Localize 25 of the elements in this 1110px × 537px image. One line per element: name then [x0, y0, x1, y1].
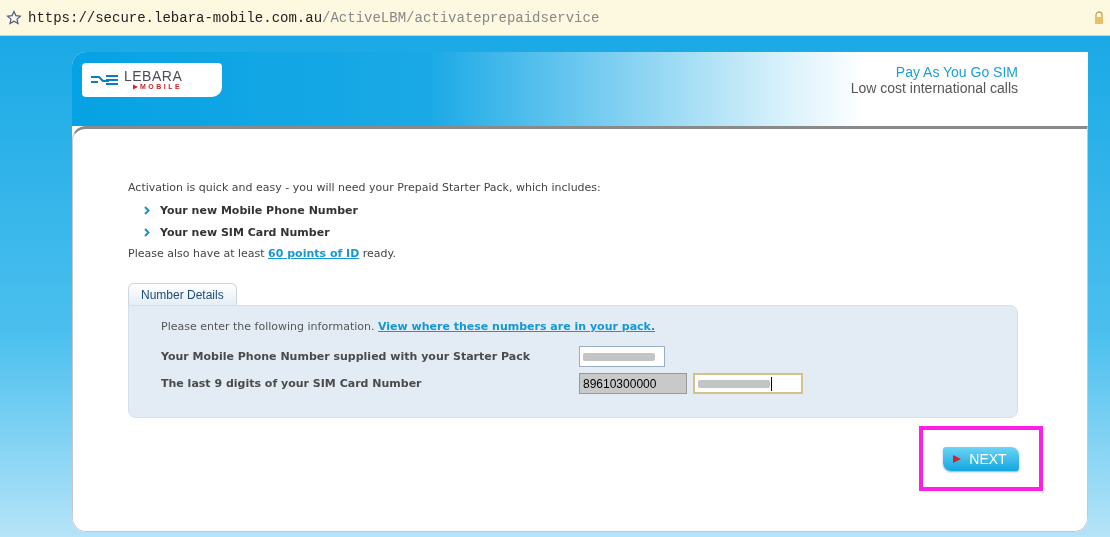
panel-tab[interactable]: Number Details: [128, 283, 237, 305]
play-icon: [133, 84, 138, 90]
page-subtitle: Low cost international calls: [850, 80, 1018, 96]
url-text: https://secure.lebara-mobile.com.au/ActiveLBM/activateprepaidservice: [28, 9, 601, 26]
address-bar[interactable]: https://secure.lebara-mobile.com.au/ActiveLBM/activateprepaidservice: [0, 0, 1110, 36]
logo-name: LEBARA: [124, 69, 183, 83]
chevron-icon: [144, 205, 150, 215]
input-field[interactable]: [579, 346, 665, 367]
play-icon: [953, 454, 962, 463]
list-item: Your new Mobile Phone Number: [160, 203, 358, 217]
star-icon[interactable]: [6, 9, 22, 26]
chevron-icon: [144, 227, 150, 237]
blurred-value-drawing: [583, 352, 655, 361]
id-note: Please also have at least 60 points of ID ready.: [128, 246, 397, 262]
input-field[interactable]: 89610300000: [579, 373, 687, 394]
field-label: The last 9 digits of your SIM Card Number: [161, 377, 423, 390]
intro-text: Activation is quick and easy - you will need your Prepaid Starter Pack, which includes:: [128, 180, 602, 196]
blurred-value-drawing: [698, 379, 770, 388]
lock-icon: [1094, 10, 1104, 25]
page-title: Pay As You Go SIM: [895, 64, 1018, 80]
instruction-text: Please enter the following information. View where these numbers are in your pack.: [161, 320, 657, 333]
input-field[interactable]: [693, 373, 803, 394]
field-label: Your Mobile Phone Number supplied with your Starter Pack: [161, 350, 531, 363]
list-item: Your new SIM Card Number: [160, 225, 330, 239]
wave-icon: [90, 73, 120, 87]
